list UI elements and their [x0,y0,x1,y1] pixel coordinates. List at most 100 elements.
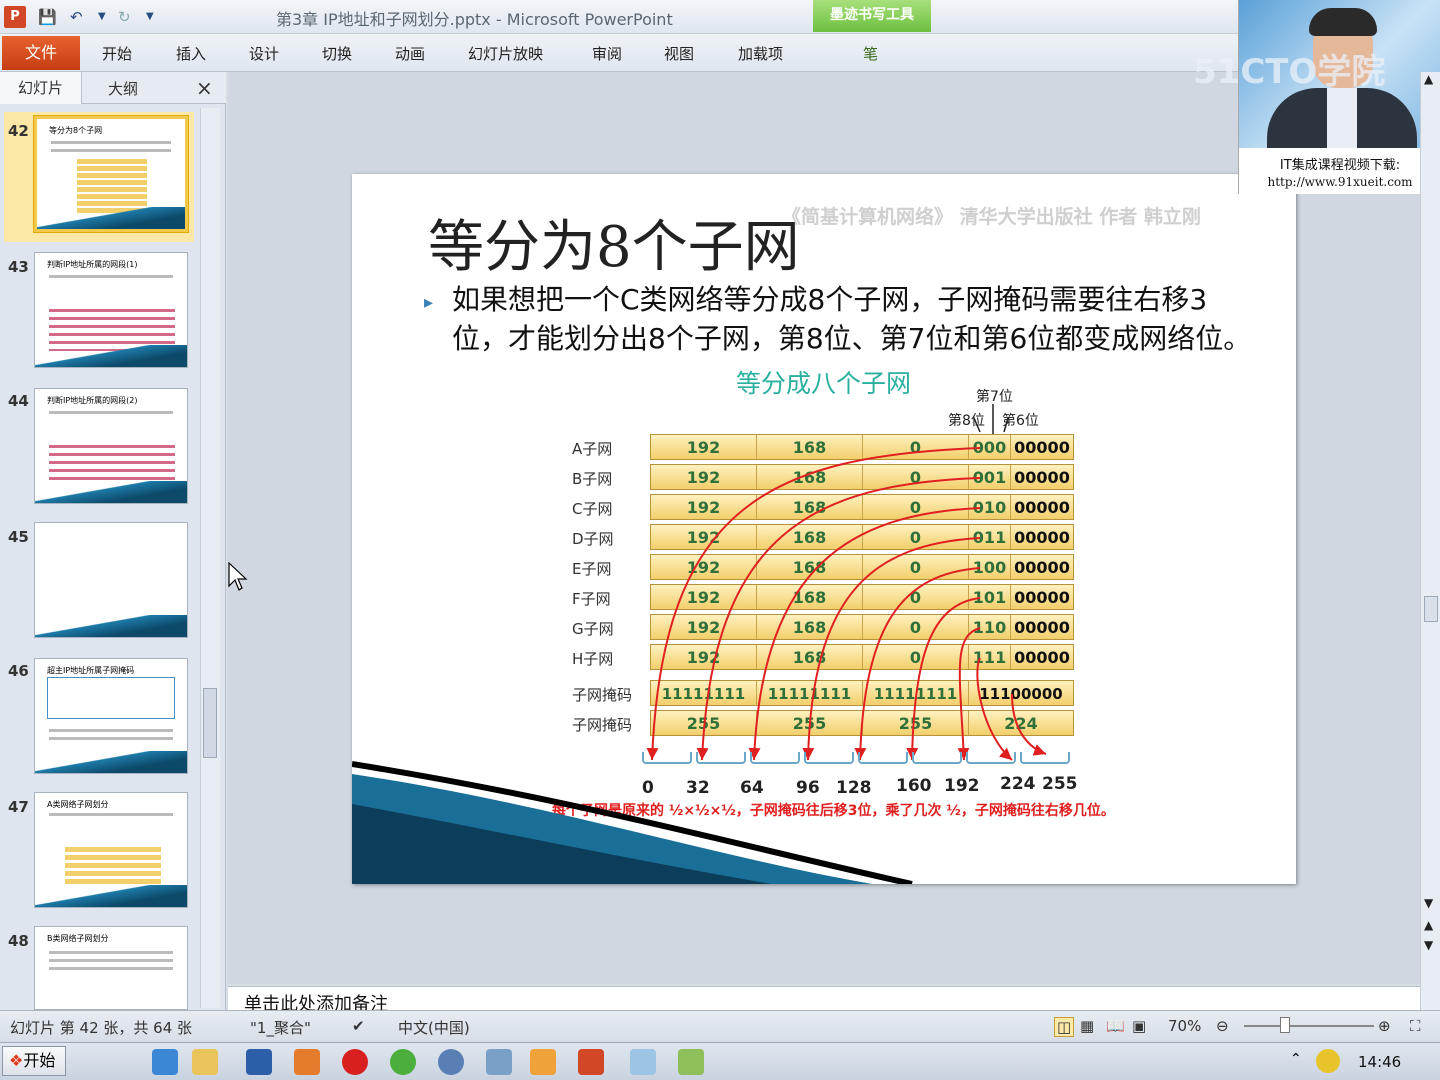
tab-addins[interactable]: 加载项 [738,43,783,64]
slide-thumbnail-48[interactable]: B类网络子网划分 [34,926,188,1010]
thumbnail-wave [37,207,185,229]
slide-thumbnail-44[interactable]: 判断IP地址所属的网段(2) [34,388,188,504]
thumbnail-text-line [49,275,173,278]
slide-counter: 幻灯片 第 42 张，共 64 张 [10,1019,193,1037]
fit-to-window-icon[interactable]: ⛶ [1410,1017,1421,1035]
spell-check-icon[interactable]: ✔ [352,1017,365,1035]
customize-quick-access-icon[interactable]: ▼ [146,6,154,28]
scroll-down-icon[interactable]: ▼ [1424,896,1433,910]
slide-thumbnail-47[interactable]: A类网络子网划分 [34,792,188,908]
thumbnail-text-line [51,141,171,144]
status-bar: 幻灯片 第 42 张，共 64 张 "1_聚合" ✔ 中文(中国) ◫ ▦ 📖 … [0,1010,1440,1042]
ie-browser-icon[interactable] [152,1049,178,1075]
tab-file[interactable]: 文件 [2,36,80,70]
app-icon[interactable] [486,1049,512,1075]
app-icon[interactable] [294,1049,320,1075]
app-icon[interactable] [530,1049,556,1075]
window-title: 第3章 IP地址和子网划分.pptx - Microsoft PowerPoin… [276,10,673,29]
zoom-slider-knob[interactable] [1280,1017,1290,1033]
start-button[interactable]: ❖开始 [2,1046,66,1076]
thumbnail-text-line [49,411,173,414]
bit6-pointer [1003,417,1009,433]
normal-view-icon[interactable]: ◫ [1054,1017,1075,1037]
explorer-icon[interactable] [192,1049,218,1075]
slide-number: 45 [8,528,29,546]
tray-icon[interactable] [1316,1049,1340,1073]
slideshow-view-icon[interactable]: ▣ [1132,1017,1146,1035]
thumbnail-text-line [49,967,173,970]
close-pane-icon[interactable]: × [196,76,213,100]
tab-review[interactable]: 审阅 [592,43,622,64]
slide-number: 46 [8,662,29,680]
person-shirt [1327,88,1357,148]
instructor-video-overlay: 51CTO学院 IT集成课程视频下载: http://www.91xueit.c… [1193,0,1440,194]
tab-animations[interactable]: 动画 [395,43,425,64]
scrollbar-thumb[interactable] [1424,596,1438,622]
thumbnail-chart [47,677,175,719]
tab-slideshow[interactable]: 幻灯片放映 [468,43,543,64]
person-hair [1309,8,1377,36]
app-icon[interactable] [246,1049,272,1075]
slide-thumbnail-43[interactable]: 判断IP地址所属的网段(1) [34,252,188,368]
show-hidden-icons-icon[interactable]: ⌃ [1290,1051,1302,1067]
thumbnail-text-line [49,729,173,732]
arrow-subnet-b [696,477,981,761]
thumbnail-wave [35,751,187,773]
scroll-up-icon[interactable]: ▲ [1424,72,1433,86]
windows-logo-icon: ❖ [9,1051,24,1070]
thumbnail-title: 判断IP地址所属的网段(2) [47,396,138,405]
bit8-pointer [973,417,981,433]
zoom-slider[interactable] [1244,1025,1374,1027]
tab-slides[interactable]: 幻灯片 [0,72,82,104]
ink-tools-context-tab: 墨迹书写工具 [813,0,931,32]
slide-thumbnail-42[interactable]: 等分为8个子网 [34,116,188,232]
thumbnail-text-line [49,951,173,954]
tab-outline[interactable]: 大纲 [108,78,138,99]
zoom-level[interactable]: 70% [1168,1017,1201,1035]
previous-slide-icon[interactable]: ▲ [1424,918,1433,932]
slide-thumbnail-45[interactable] [34,522,188,638]
scrollbar-thumb[interactable] [203,688,217,758]
tab-design[interactable]: 设计 [249,43,279,64]
app-icon[interactable] [630,1049,656,1075]
slide-canvas[interactable]: 等分为8个子网 《简基计算机网络》 清华大学出版社 作者 韩立刚 ▸ 如果想把一… [352,174,1296,884]
undo-icon[interactable]: ↶ [70,6,83,28]
windows-taskbar: ❖开始 ⌃ 14:46 [0,1042,1440,1080]
save-icon[interactable]: 💾 [38,6,57,28]
thumbnail-title: A类网络子网划分 [47,800,109,809]
language-indicator[interactable]: 中文(中国) [398,1017,470,1038]
powerpoint-window: P 💾 ↶ ▼ ↻ ▼ 第3章 IP地址和子网划分.pptx - Microso… [0,0,1440,1080]
media-player-icon[interactable] [342,1049,368,1075]
powerpoint-app-icon[interactable]: P [4,6,26,28]
tab-pen[interactable]: 笔 [863,43,878,64]
editor-scrollbar[interactable]: ▲ ▼ ▲ ▼ [1420,72,1440,1010]
app-icon[interactable] [678,1049,704,1075]
app-icon[interactable] [390,1049,416,1075]
slide-number: 48 [8,932,29,950]
tab-transitions[interactable]: 切换 [322,43,352,64]
slide-number: 43 [8,258,29,276]
tab-insert[interactable]: 插入 [176,43,206,64]
undo-dropdown-icon[interactable]: ▼ [98,6,106,28]
zoom-out-icon[interactable]: ⊖ [1216,1017,1229,1035]
thumbnail-title: 判断IP地址所属的网段(1) [47,260,138,269]
clock: 14:46 [1358,1053,1402,1071]
slide-sorter-icon[interactable]: ▦ [1080,1017,1094,1035]
tab-home[interactable]: 开始 [102,43,132,64]
slide-thumbnail-46[interactable]: 超主IP地址所属子网掩码 [34,658,188,774]
zoom-in-icon[interactable]: ⊕ [1378,1017,1391,1035]
theme-name[interactable]: "1_聚合" [250,1017,311,1038]
slides-pane-scrollbar[interactable] [200,108,220,1008]
reading-view-icon[interactable]: 📖 [1106,1017,1125,1035]
thumbnail-text-line [49,813,173,816]
arrow-subnet-f [906,597,981,761]
notes-pane[interactable]: 单击此处添加备注 [228,986,1420,1010]
redo-icon[interactable]: ↻ [118,6,131,28]
app-icon[interactable] [438,1049,464,1075]
slide-number: 44 [8,392,29,410]
next-slide-icon[interactable]: ▼ [1424,938,1433,952]
start-label: 开始 [23,1051,56,1070]
arrow-subnet-g [957,627,981,761]
tab-view[interactable]: 视图 [664,43,694,64]
powerpoint-taskbar-icon[interactable] [578,1049,604,1075]
